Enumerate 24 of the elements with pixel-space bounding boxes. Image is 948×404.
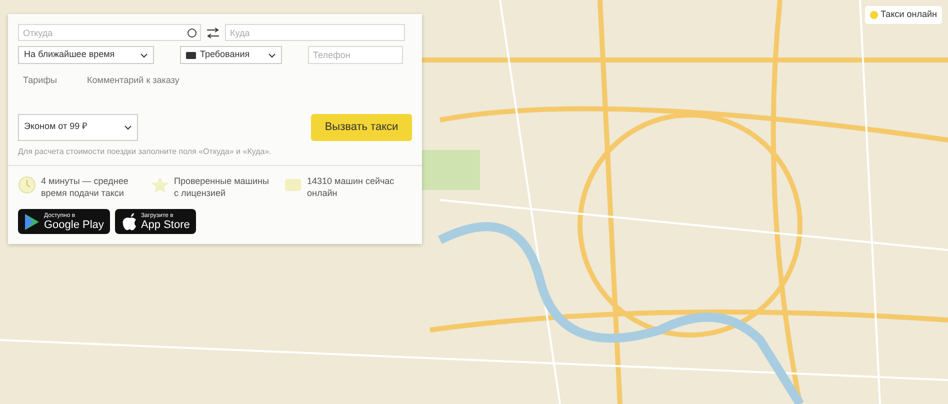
phone-field[interactable]: Телефон [308,46,403,64]
tariff-dropdown[interactable]: Эконом от 99 ₽ [18,114,138,140]
price-hint: Для расчета стоимости поездки заполните поля «Откуда» и «Куда». [18,146,272,158]
form-link[interactable]: Комментарий к заказу [87,74,180,88]
form-link[interactable]: Тарифы [23,74,58,88]
chevron-icon [124,124,132,130]
feature-text: 14310 машин сейчас онлайн [307,176,396,200]
chevron-icon [268,52,276,58]
requirements-dropdown[interactable]: Требования [180,46,282,64]
swap-icon[interactable] [206,26,220,38]
call-taxi-button[interactable]: Вызвать такси [311,114,412,140]
clock-icon [18,176,36,194]
taxi-online-badge[interactable]: Такси онлайн [864,6,942,24]
feature-text: 4 минуты — среднее время подачи такси [41,176,130,200]
play-icon [24,212,40,231]
star-icon [151,176,169,194]
chevron-icon [140,52,148,58]
destination-field[interactable]: Куда [225,24,405,41]
time-dropdown[interactable]: На ближайшее время [18,46,154,64]
card-icon [284,176,302,194]
apple-icon [120,212,137,231]
feature-text: Проверенные машины с лицензией [174,176,269,200]
origin-field[interactable]: Откуда [18,24,201,41]
location-icon[interactable] [187,28,197,38]
